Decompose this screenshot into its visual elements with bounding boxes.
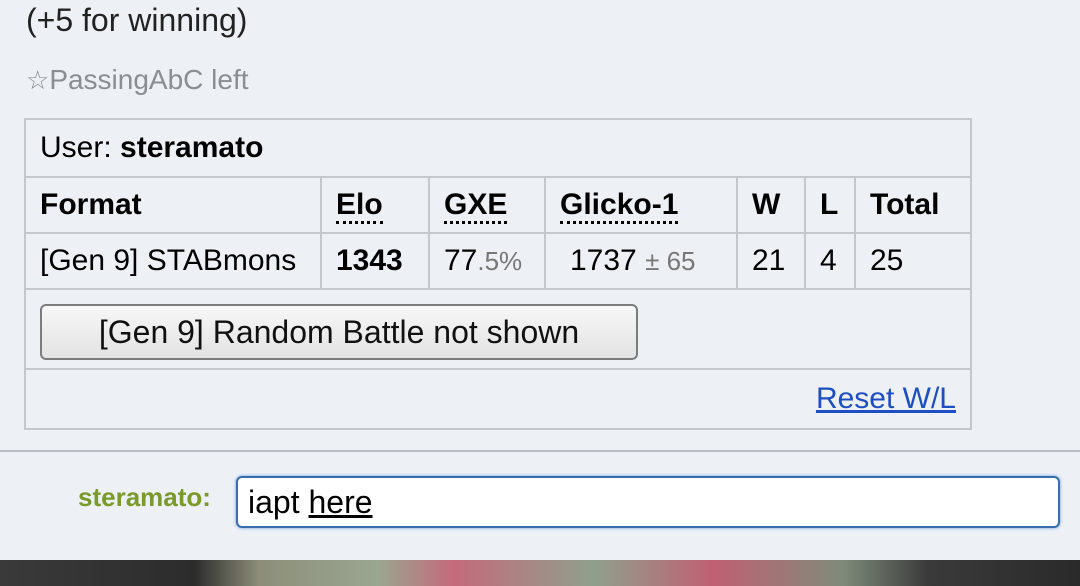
header-losses: L — [804, 178, 856, 234]
gxe-value: 77 — [444, 244, 478, 277]
elo-value: 1343 — [336, 244, 403, 277]
chat-message: (+5 for winning) — [26, 2, 248, 38]
glicko-value: 1737 — [570, 244, 637, 277]
header-gxe-label: GXE — [444, 188, 508, 224]
random-battle-not-shown-button[interactable]: [Gen 9] Random Battle not shown — [40, 304, 638, 360]
star-icon: ☆ — [26, 65, 50, 95]
header-format: Format — [26, 178, 322, 234]
chat-input-text: iapt — [248, 484, 309, 520]
table-header-row: Format Elo GXE Glicko-1 W L Total — [26, 178, 970, 234]
header-wins: W — [736, 178, 806, 234]
table-row: [Gen 9] STABmons 1343 77.5% 1737 ± 65 21… — [26, 232, 970, 290]
user-name[interactable]: steramato — [120, 131, 263, 164]
header-gxe: GXE — [428, 178, 546, 234]
header-glicko: Glicko-1 — [544, 178, 738, 234]
chat-input-underlined-word: here — [308, 484, 373, 520]
user-label: User: — [40, 131, 121, 164]
not-shown-row: [Gen 9] Random Battle not shown — [26, 294, 970, 370]
header-total: Total — [854, 178, 970, 234]
header-elo: Elo — [320, 178, 430, 234]
chat-input[interactable]: iapt here — [236, 476, 1060, 528]
ranking-panel: User: steramato Format Elo GXE Glicko-1 … — [24, 118, 972, 430]
header-glicko-label: Glicko-1 — [560, 188, 679, 224]
leave-notice: ☆PassingAbC left — [26, 64, 249, 96]
cell-gxe: 77.5% — [428, 232, 546, 290]
composer-username: steramato: — [78, 482, 211, 512]
glicko-deviation: ± 65 — [645, 246, 696, 276]
ranking-user-row: User: steramato — [26, 120, 970, 178]
cell-losses: 4 — [804, 232, 856, 290]
chat-composer: steramato: iapt here — [0, 452, 1080, 560]
leave-notice-text: PassingAbC left — [49, 64, 249, 95]
chat-log: (+5 for winning) ☆PassingAbC left User: … — [0, 0, 1080, 450]
gxe-decimal: .5% — [477, 246, 523, 276]
background-image — [0, 560, 1080, 586]
cell-wins: 21 — [736, 232, 806, 290]
cell-format: [Gen 9] STABmons — [26, 232, 322, 290]
ranking-table: Format Elo GXE Glicko-1 W L Total [Gen 9… — [26, 178, 970, 290]
cell-elo: 1343 — [320, 232, 430, 290]
cell-total: 25 — [854, 232, 970, 290]
reset-wl-link[interactable]: Reset W/L — [816, 382, 956, 416]
header-elo-label: Elo — [336, 188, 383, 224]
cell-glicko: 1737 ± 65 — [544, 232, 738, 290]
